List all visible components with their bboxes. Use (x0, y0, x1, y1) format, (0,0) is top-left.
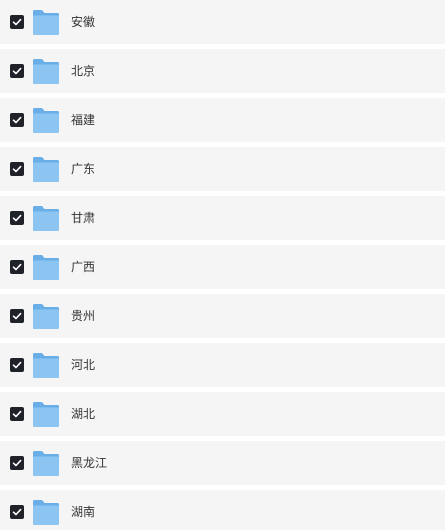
folder-icon (32, 400, 60, 428)
checkmark-icon (12, 410, 22, 418)
list-item[interactable]: 安徽 (0, 0, 445, 44)
checkbox[interactable] (10, 211, 24, 225)
folder-icon (32, 155, 60, 183)
checkbox[interactable] (10, 309, 24, 323)
checkmark-icon (12, 459, 22, 467)
folder-name: 湖北 (71, 407, 96, 421)
folder-icon (32, 449, 60, 477)
checkbox[interactable] (10, 456, 24, 470)
folder-name: 黑龙江 (71, 456, 108, 470)
folder-name: 甘肃 (71, 211, 96, 225)
list-item[interactable]: 广西 (0, 245, 445, 289)
folder-icon (32, 302, 60, 330)
folder-name: 湖南 (71, 505, 96, 519)
checkmark-icon (12, 508, 22, 516)
list-item[interactable]: 贵州 (0, 294, 445, 338)
list-item[interactable]: 湖南 (0, 490, 445, 530)
checkmark-icon (12, 214, 22, 222)
checkmark-icon (12, 312, 22, 320)
folder-name: 北京 (71, 64, 96, 78)
checkbox[interactable] (10, 15, 24, 29)
folder-list: 安徽 北京 福建 广东 甘肃 广西 贵州 河北 湖北 黑龙江 湖南 (0, 0, 445, 530)
list-item[interactable]: 广东 (0, 147, 445, 191)
folder-name: 贵州 (71, 309, 96, 323)
folder-name: 河北 (71, 358, 96, 372)
checkbox[interactable] (10, 358, 24, 372)
folder-icon (32, 106, 60, 134)
checkbox[interactable] (10, 162, 24, 176)
folder-icon (32, 253, 60, 281)
folder-icon (32, 498, 60, 526)
folder-icon (32, 204, 60, 232)
list-item[interactable]: 河北 (0, 343, 445, 387)
checkmark-icon (12, 165, 22, 173)
checkmark-icon (12, 263, 22, 271)
checkmark-icon (12, 116, 22, 124)
checkbox[interactable] (10, 64, 24, 78)
checkmark-icon (12, 361, 22, 369)
checkmark-icon (12, 67, 22, 75)
list-item[interactable]: 甘肃 (0, 196, 445, 240)
folder-icon (32, 351, 60, 379)
list-item[interactable]: 湖北 (0, 392, 445, 436)
folder-name: 安徽 (71, 15, 96, 29)
folder-icon (32, 8, 60, 36)
checkbox[interactable] (10, 505, 24, 519)
list-item[interactable]: 福建 (0, 98, 445, 142)
folder-icon (32, 57, 60, 85)
list-item[interactable]: 北京 (0, 49, 445, 93)
list-item[interactable]: 黑龙江 (0, 441, 445, 485)
checkbox[interactable] (10, 407, 24, 421)
folder-name: 广东 (71, 162, 96, 176)
checkbox[interactable] (10, 113, 24, 127)
checkmark-icon (12, 18, 22, 26)
folder-name: 广西 (71, 260, 96, 274)
checkbox[interactable] (10, 260, 24, 274)
folder-name: 福建 (71, 113, 96, 127)
